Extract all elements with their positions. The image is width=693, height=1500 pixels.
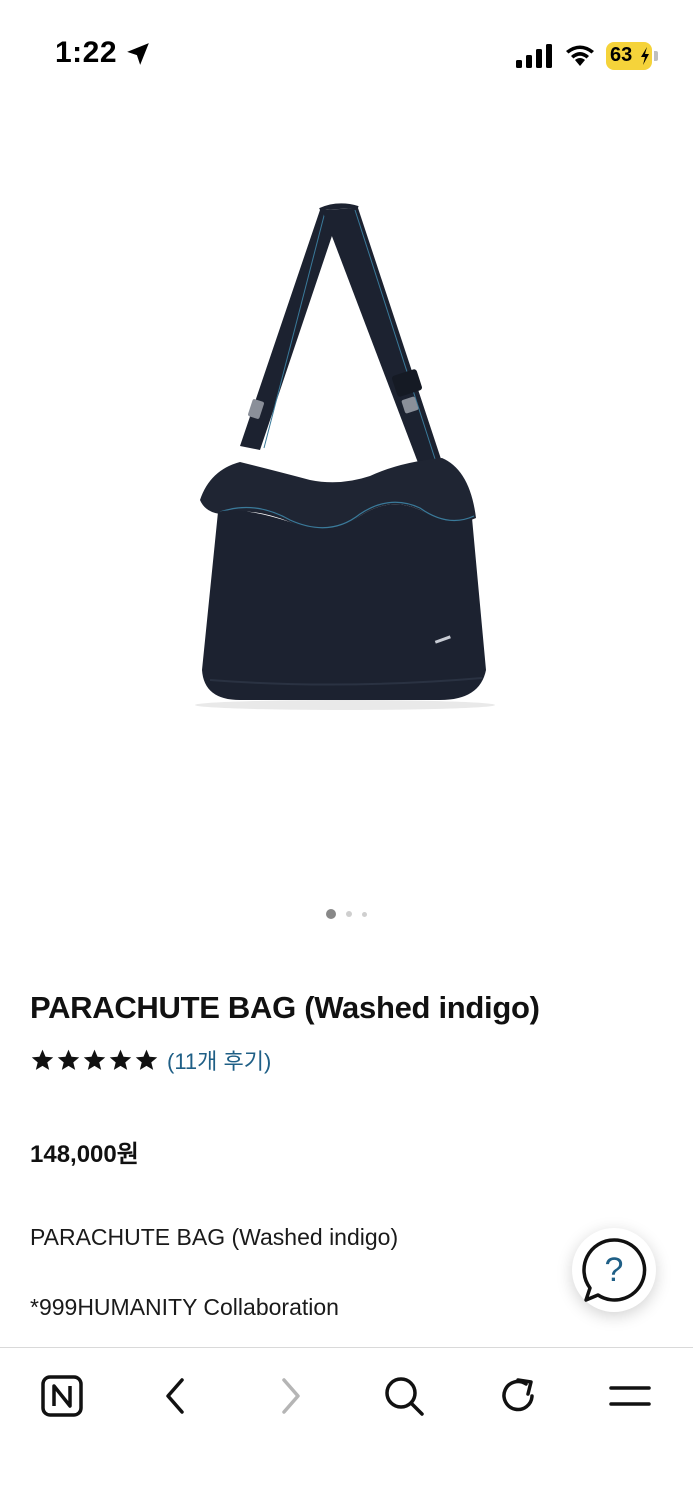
bottom-toolbar <box>0 1347 693 1500</box>
cellular-signal-icon <box>516 44 552 68</box>
star-icon <box>57 1049 80 1070</box>
carousel-dot-2[interactable] <box>346 911 352 917</box>
menu-icon <box>609 1386 651 1406</box>
reload-icon <box>502 1378 534 1412</box>
battery-level: 63 <box>610 44 633 66</box>
back-button[interactable] <box>152 1372 200 1420</box>
review-count-link[interactable]: (11개 후기) <box>167 1044 271 1076</box>
star-rating <box>30 1048 159 1073</box>
location-arrow-icon <box>127 43 149 65</box>
battery-indicator: 63 <box>606 42 658 70</box>
product-price: 148,000원 <box>30 1141 139 1168</box>
forward-button[interactable] <box>266 1372 314 1420</box>
status-time: 1:22 <box>55 36 118 69</box>
carousel-dot-1[interactable] <box>326 909 336 919</box>
star-icon <box>135 1049 158 1070</box>
status-bar: 1:22 63 <box>0 0 693 110</box>
n-logo-icon <box>41 1375 83 1417</box>
menu-button[interactable] <box>606 1372 654 1420</box>
carousel-dot-3[interactable] <box>362 911 367 917</box>
battery-cap <box>654 51 658 61</box>
back-chevron-icon <box>166 1378 184 1414</box>
reload-button[interactable] <box>494 1372 542 1420</box>
wifi-icon <box>566 45 594 66</box>
help-glyph: ? <box>605 1251 624 1289</box>
forward-chevron-icon <box>282 1378 300 1414</box>
carousel-dots[interactable] <box>0 908 693 920</box>
star-icon <box>31 1049 54 1070</box>
product-title: PARACHUTE BAG (Washed indigo) <box>30 990 540 1025</box>
home-n-button[interactable] <box>38 1372 86 1420</box>
rating-row: (11개 후기) <box>30 1045 271 1075</box>
question-bubble-icon: ? <box>582 1238 647 1302</box>
star-icon <box>83 1049 106 1070</box>
description-line: *999HUMANITY Collaboration <box>30 1294 339 1320</box>
product-image[interactable] <box>180 200 520 720</box>
star-icon <box>109 1049 132 1070</box>
charging-bolt-icon <box>641 47 649 65</box>
description-line: PARACHUTE BAG (Washed indigo) <box>30 1224 399 1250</box>
help-chat-button[interactable]: ? <box>572 1228 656 1312</box>
search-icon <box>385 1377 424 1416</box>
search-button[interactable] <box>380 1372 428 1420</box>
